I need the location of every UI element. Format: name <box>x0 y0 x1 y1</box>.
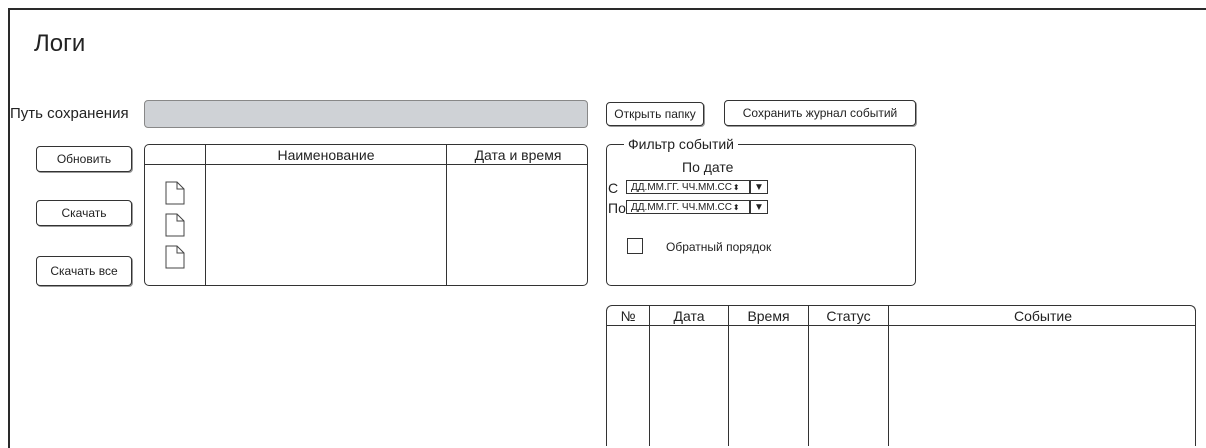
from-date-spinner-icon[interactable]: ⬍ <box>733 183 740 192</box>
from-date-input[interactable]: ДД.ММ.ГГ. ЧЧ.ММ.СС ⬍ <box>626 180 750 194</box>
from-date-dropdown-icon[interactable]: ▼ <box>750 180 768 194</box>
events-col-event-header[interactable]: Событие <box>889 308 1197 324</box>
open-folder-button[interactable]: Открыть папку <box>606 102 704 126</box>
file-icon <box>165 245 185 269</box>
reverse-order-checkbox[interactable] <box>627 238 643 254</box>
events-col-status-header[interactable]: Статус <box>809 308 888 324</box>
to-date-value: ДД.ММ.ГГ. ЧЧ.ММ.СС <box>631 201 732 213</box>
to-date-spinner-icon[interactable]: ⬍ <box>733 203 740 212</box>
events-col-time-header[interactable]: Время <box>729 308 808 324</box>
save-path-label: Путь сохранения <box>10 105 129 122</box>
to-date-dropdown-icon[interactable]: ▼ <box>750 200 768 214</box>
files-col-name-header[interactable]: Наименование <box>206 147 446 163</box>
to-date-input[interactable]: ДД.ММ.ГГ. ЧЧ.ММ.СС ⬍ <box>626 200 750 214</box>
events-col-number-header[interactable]: № <box>607 308 649 324</box>
by-date-label: По дате <box>682 159 734 175</box>
file-icon <box>165 213 185 237</box>
events-col-date-header[interactable]: Дата <box>650 308 728 324</box>
events-table: № Дата Время Статус Событие <box>606 305 1196 446</box>
refresh-button[interactable]: Обновить <box>36 146 132 172</box>
save-path-input[interactable] <box>144 100 588 128</box>
save-log-button[interactable]: Сохранить журнал событий <box>724 100 916 126</box>
from-label: С <box>608 180 619 196</box>
file-icon <box>165 181 185 205</box>
files-col-datetime-header[interactable]: Дата и время <box>447 147 587 163</box>
download-button[interactable]: Скачать <box>36 200 132 226</box>
from-date-value: ДД.ММ.ГГ. ЧЧ.ММ.СС <box>631 181 732 193</box>
event-filter-legend: Фильтр событий <box>624 136 738 152</box>
event-filter-group <box>606 144 916 286</box>
page-title: Логи <box>34 30 86 57</box>
to-label: По <box>608 200 626 216</box>
files-table: Наименование Дата и время <box>144 144 588 286</box>
download-all-button[interactable]: Скачать все <box>36 256 132 286</box>
reverse-order-label: Обратный порядок <box>666 240 772 254</box>
